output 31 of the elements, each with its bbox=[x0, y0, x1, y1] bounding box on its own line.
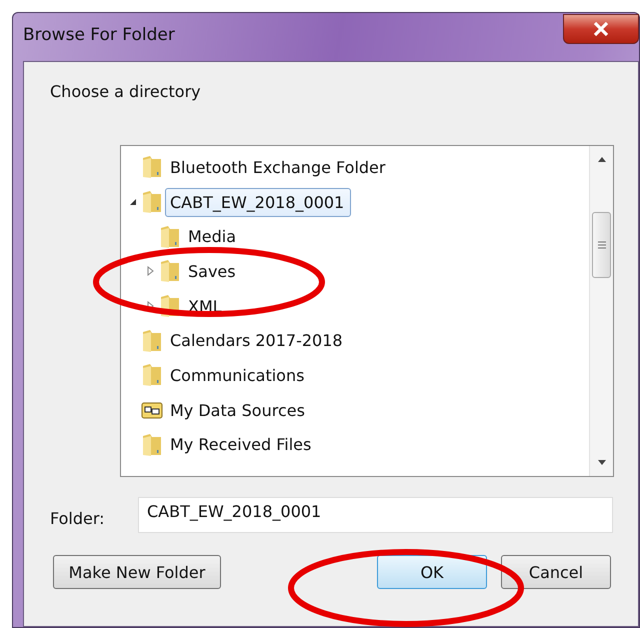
tree-item[interactable]: Communications bbox=[165, 360, 312, 390]
scroll-up-icon[interactable] bbox=[596, 156, 606, 162]
scroll-thumb[interactable] bbox=[592, 212, 611, 278]
cancel-button[interactable]: Cancel bbox=[501, 555, 611, 589]
tree-item[interactable]: My Data Sources bbox=[165, 396, 312, 425]
folder-icon bbox=[141, 190, 163, 214]
tree-item[interactable]: Media bbox=[183, 222, 244, 252]
folder-icon bbox=[159, 224, 181, 249]
close-icon bbox=[592, 21, 610, 37]
folder-field[interactable]: CABT_EW_2018_0001 bbox=[138, 497, 613, 533]
tree-item[interactable]: Bluetooth Exchange Folder bbox=[165, 152, 392, 182]
ok-button[interactable]: OK bbox=[377, 555, 487, 589]
folder-label: Folder: bbox=[50, 508, 106, 528]
scroll-down-icon[interactable] bbox=[596, 460, 606, 466]
close-button[interactable] bbox=[563, 14, 639, 44]
folder-icon bbox=[141, 432, 163, 457]
folder-icon bbox=[141, 363, 163, 388]
make-folder-button[interactable]: Make New Folder bbox=[53, 555, 221, 589]
collapsed-triangle-icon[interactable] bbox=[146, 266, 156, 276]
scroll-bar[interactable] bbox=[589, 146, 613, 476]
folder-icon bbox=[141, 328, 163, 353]
folder-icon bbox=[141, 155, 163, 180]
tree-item[interactable]: Calendars 2017-2018 bbox=[165, 326, 350, 356]
tree-item[interactable]: CABT_EW_2018_0001 bbox=[165, 188, 352, 217]
tree-item[interactable]: My Received Files bbox=[165, 430, 318, 460]
window-title: Browse For Folder bbox=[23, 25, 175, 45]
grip-icon bbox=[596, 241, 606, 249]
tree-item[interactable]: Saves bbox=[183, 256, 243, 286]
folder-icon bbox=[159, 259, 181, 284]
expanded-triangle-icon[interactable] bbox=[128, 197, 138, 208]
prompt-text: Choose a directory bbox=[50, 82, 202, 101]
